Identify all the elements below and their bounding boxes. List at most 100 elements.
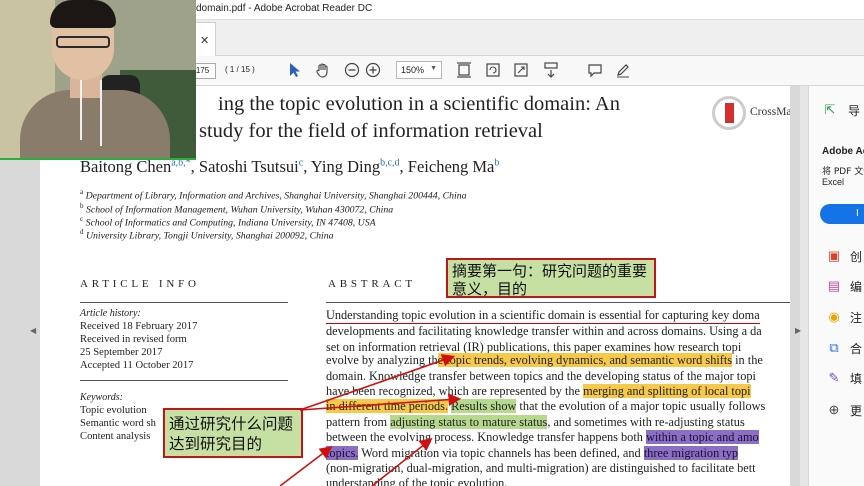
keywords-label: Keywords: <box>80 392 123 403</box>
highlight-purple[interactable]: three migration typ <box>643 446 739 460</box>
abstract-line: (non-migration, dual-migration, and mult… <box>326 461 756 476</box>
webcam-earphone-cable <box>100 80 102 146</box>
close-tab-icon[interactable]: ✕ <box>200 34 209 47</box>
convert-button[interactable]: I <box>820 204 864 224</box>
highlight-green[interactable]: adjusting status to mature status <box>390 415 548 429</box>
fill-sign-icon: ✎ <box>828 370 840 385</box>
select-arrow-icon[interactable] <box>284 60 306 80</box>
combine-tool[interactable]: ⧉ 合 <box>826 338 864 358</box>
article-info-heading: ARTICLE INFO <box>80 278 200 290</box>
highlight-green[interactable]: Results show <box>451 399 517 413</box>
affiliation: a Department of Library, Information and… <box>80 188 467 201</box>
comment-icon[interactable] <box>584 60 606 80</box>
pen-icon[interactable] <box>612 60 634 80</box>
rotate-icon[interactable] <box>482 60 504 80</box>
author-sup[interactable]: c <box>299 158 303 169</box>
abstract-line: Understanding topic evolution in a scien… <box>326 308 760 324</box>
paper-title-line1: ing the topic evolution in a scientific … <box>218 93 620 115</box>
affiliation-sup: c <box>80 215 84 223</box>
abstract-text: Understanding topic evolution in a scien… <box>326 308 760 322</box>
comment-tool[interactable]: ◉ 注 <box>826 307 864 327</box>
author-sup[interactable]: b,c,d <box>380 158 399 169</box>
crossmark-bookmark-icon <box>725 103 734 123</box>
more-tools-icon: ⊕ <box>828 402 840 417</box>
highlight-orange[interactable]: merging and splitting of local topi <box>583 384 751 398</box>
abstract-text: (non-migration, dual-migration, and mult… <box>326 461 756 475</box>
abstract-line: pattern from adjusting status to mature … <box>326 415 745 430</box>
webcam-border <box>0 158 196 160</box>
more-tools[interactable]: ⊕ 更 <box>826 400 864 420</box>
highlight-purple[interactable]: topics. <box>326 446 359 460</box>
zoom-out-icon[interactable] <box>341 60 363 80</box>
affiliation-text: School of Informatics and Computing, Ind… <box>85 217 376 229</box>
abstract-line: between the evolving process. Knowledge … <box>326 430 759 445</box>
combine-icon: ⧉ <box>829 340 839 355</box>
affiliation-sup: a <box>80 188 84 196</box>
export-pdf-tool[interactable]: ⇱ 导 <box>810 100 864 122</box>
author-name: Ying Ding <box>310 157 381 176</box>
tool-label: 创 <box>850 250 863 264</box>
right-panel-toggle-icon[interactable]: ▶ <box>795 326 801 335</box>
abstract-text: domain. Knowledge transfer between topic… <box>326 369 756 383</box>
highlight-purple[interactable]: within a topic and amo <box>645 430 759 444</box>
abstract-line: domain. Knowledge transfer between topic… <box>326 369 756 384</box>
zoom-in-icon[interactable] <box>362 60 384 80</box>
fill-sign-tool[interactable]: ✎ 填 <box>826 368 864 388</box>
highlight-orange[interactable]: e topic trends, evolving dynamics, and s… <box>437 353 733 367</box>
tool-label: 更 <box>850 404 863 418</box>
author-list: Baitong Chena,b,*, Satoshi Tsutsuic, Yin… <box>80 157 500 176</box>
abstract-text: between the evolving process. Knowledge … <box>326 430 646 444</box>
highlight-orange[interactable]: in different time periods. <box>326 399 449 413</box>
history-line: 25 September 2017 <box>80 347 163 358</box>
webcam-earphone-cable <box>80 80 82 140</box>
tool-label: 注 <box>850 311 863 325</box>
abstract-text: in the <box>732 353 763 367</box>
edit-pdf-icon: ▤ <box>827 278 841 293</box>
crossmark-logo[interactable]: CrossMa <box>712 96 790 134</box>
webcam-person-glasses <box>56 36 110 48</box>
affiliation: d University Library, Tongji University,… <box>80 228 334 241</box>
paper-title-line2: study for the field of information retri… <box>199 120 543 142</box>
account-desc: Excel <box>822 177 845 187</box>
article-history-label: Article history: <box>80 308 141 319</box>
edit-pdf-tool[interactable]: ▤ 编 <box>826 276 864 296</box>
crop-icon[interactable] <box>453 60 475 80</box>
abstract-text: , and sometimes with re-adjusting status <box>547 415 745 429</box>
affiliation-sup: d <box>80 228 84 236</box>
export-pdf-icon: ⇱ <box>824 102 836 117</box>
abstract-line: evolve by analyzing the topic trends, ev… <box>326 353 763 368</box>
author-name: Feicheng Ma <box>407 157 495 176</box>
keyword: Topic evolution <box>80 405 147 416</box>
zoom-select[interactable]: 150% ▼ <box>396 61 442 79</box>
divider <box>80 380 288 381</box>
affiliation-text: Department of Library, Information and A… <box>85 190 467 202</box>
abstract-text: understanding of the topic evolution. <box>326 476 508 486</box>
abstract-line: developments and facilitating knowledge … <box>326 324 762 339</box>
divider <box>80 302 288 303</box>
hand-icon[interactable] <box>312 60 334 80</box>
webcam-person-body <box>20 90 170 160</box>
create-pdf-icon: ▣ <box>827 248 841 263</box>
scroll-mode-icon[interactable] <box>540 60 562 80</box>
history-line: Received 18 February 2017 <box>80 321 198 332</box>
author-name: Satoshi Tsutsui <box>198 157 299 176</box>
annotation-note-1[interactable]: 摘要第一句：研究问题的重要意义，目的 <box>446 258 656 298</box>
abstract-line: topics. Word migration via topic channel… <box>326 446 739 461</box>
author-sup[interactable]: b <box>494 158 499 169</box>
left-panel-toggle-icon[interactable]: ◀ <box>30 326 36 335</box>
create-pdf-tool[interactable]: ▣ 创 <box>826 246 864 266</box>
fit-page-icon[interactable] <box>510 60 532 80</box>
account-title: Adobe Ac <box>822 146 864 157</box>
keyword: Content analysis <box>80 431 151 442</box>
abstract-line: in different time periods. Results show … <box>326 399 765 414</box>
divider <box>326 302 790 303</box>
convert-button-label: I <box>856 208 859 219</box>
annotation-note-2[interactable]: 通过研究什么问题达到研究目的 <box>163 408 303 458</box>
abstract-text: have been recognized, which are represen… <box>326 384 584 398</box>
abstract-text: evolve by analyzing th <box>326 353 438 367</box>
tool-label: 编 <box>850 280 863 294</box>
affiliation-text: University Library, Tongji University, S… <box>85 230 334 242</box>
abstract-text: set on information retrieval (IR) public… <box>326 340 742 354</box>
tool-label: 合 <box>850 342 863 356</box>
affiliation: b School of Information Management, Wuha… <box>80 202 393 215</box>
